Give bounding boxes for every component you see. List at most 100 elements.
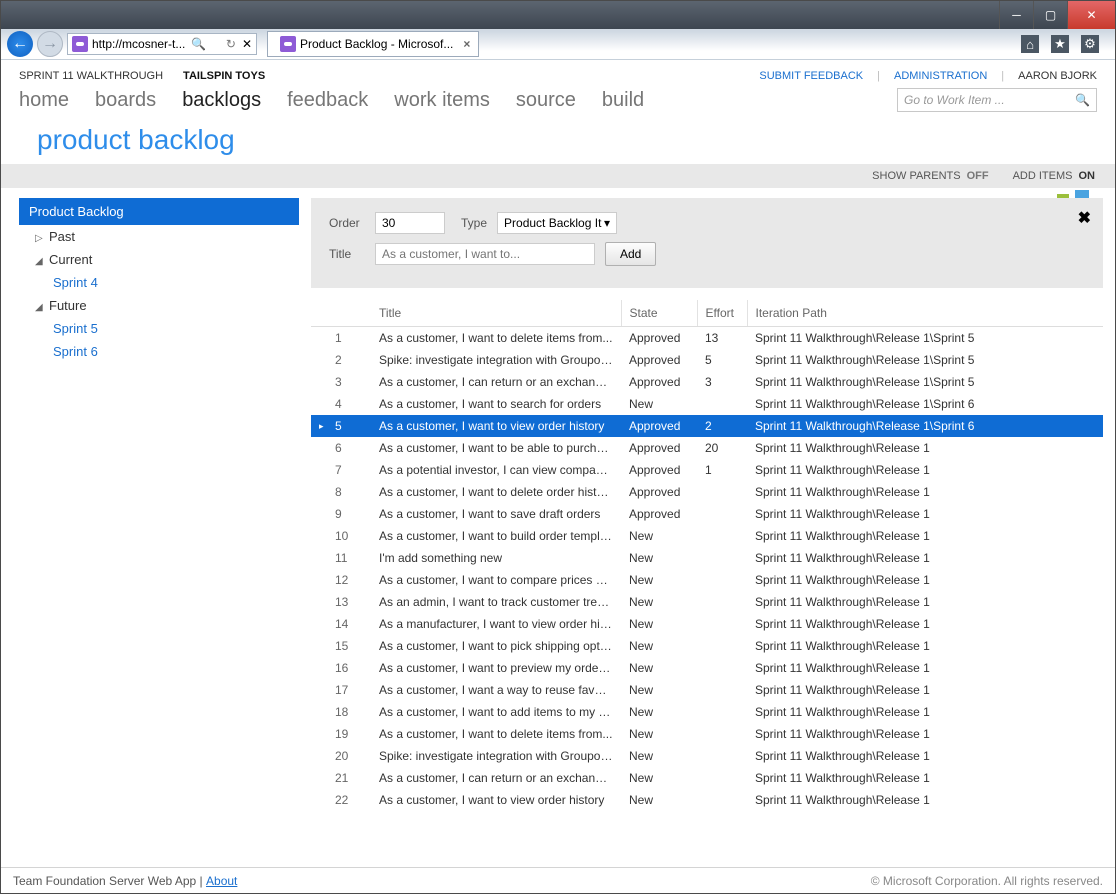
table-row[interactable]: 10As a customer, I want to build order t… — [311, 525, 1103, 547]
tree-past[interactable]: ▷Past — [25, 225, 299, 248]
nav-back-button[interactable]: ← — [7, 31, 33, 57]
cell-title: As a customer, I want to delete items fr… — [371, 327, 621, 350]
cell-state: New — [621, 525, 697, 547]
col-effort[interactable]: Effort — [697, 300, 747, 327]
project-collection[interactable]: SPRINT 11 WALKTHROUGH — [19, 70, 163, 82]
stop-icon[interactable]: ✕ — [242, 37, 256, 51]
close-button[interactable]: ✕ — [1067, 1, 1115, 29]
team-project[interactable]: TAILSPIN TOYS — [183, 70, 265, 82]
nav-forward-button[interactable]: → — [37, 31, 63, 57]
nav-item-backlogs[interactable]: backlogs — [182, 89, 261, 112]
title-input[interactable] — [375, 243, 595, 265]
cell-iteration: Sprint 11 Walkthrough\Release 1 — [747, 789, 1103, 811]
row-number: 1 — [327, 327, 371, 350]
refresh-icon[interactable]: ↻ — [220, 37, 242, 51]
tree-future[interactable]: ◢Future — [25, 294, 299, 317]
col-title[interactable]: Title — [371, 300, 621, 327]
row-indicator-icon — [311, 327, 327, 350]
favorites-icon[interactable]: ★ — [1051, 35, 1069, 53]
row-indicator-icon — [311, 635, 327, 657]
table-row[interactable]: 14As a manufacturer, I want to view orde… — [311, 613, 1103, 635]
nav-item-build[interactable]: build — [602, 89, 644, 112]
row-number: 12 — [327, 569, 371, 591]
row-number: 15 — [327, 635, 371, 657]
row-number: 11 — [327, 547, 371, 569]
minimize-button[interactable]: ─ — [999, 1, 1033, 29]
table-row[interactable]: 11I'm add something newNewSprint 11 Walk… — [311, 547, 1103, 569]
cell-title: As a customer, I want to compare prices … — [371, 569, 621, 591]
table-row[interactable]: 20Spike: investigate integration with Gr… — [311, 745, 1103, 767]
table-row[interactable]: 3As a customer, I can return or an excha… — [311, 371, 1103, 393]
order-input[interactable] — [375, 212, 445, 234]
table-row[interactable]: 1As a customer, I want to delete items f… — [311, 327, 1103, 350]
tools-icon[interactable]: ⚙ — [1081, 35, 1099, 53]
cell-state: Approved — [621, 503, 697, 525]
add-button[interactable]: Add — [605, 242, 656, 266]
tree-sprint-5[interactable]: Sprint 5 — [25, 317, 299, 340]
cell-state: New — [621, 789, 697, 811]
search-input[interactable]: Go to Work Item ... 🔍 — [897, 88, 1097, 112]
type-select[interactable]: Product Backlog It ▾ — [497, 212, 617, 234]
submit-feedback-link[interactable]: SUBMIT FEEDBACK — [759, 70, 863, 82]
add-items-toggle[interactable]: ON — [1079, 170, 1096, 182]
tab-close-icon[interactable]: × — [463, 37, 470, 51]
row-number: 22 — [327, 789, 371, 811]
browser-tab[interactable]: Product Backlog - Microsof... × — [267, 31, 479, 57]
table-row[interactable]: 7As a potential investor, I can view com… — [311, 459, 1103, 481]
maximize-button[interactable]: ▢ — [1033, 1, 1067, 29]
cell-title: As a customer, I can return or an exchan… — [371, 371, 621, 393]
cell-iteration: Sprint 11 Walkthrough\Release 1\Sprint 5 — [747, 349, 1103, 371]
table-row[interactable]: 13As an admin, I want to track customer … — [311, 591, 1103, 613]
search-icon[interactable]: 🔍 — [1075, 93, 1090, 107]
row-indicator-icon — [311, 767, 327, 789]
nav-item-source[interactable]: source — [516, 89, 576, 112]
cell-effort: 13 — [697, 327, 747, 350]
table-row[interactable]: 4As a customer, I want to search for ord… — [311, 393, 1103, 415]
row-number: 10 — [327, 525, 371, 547]
table-row[interactable]: 9As a customer, I want to save draft ord… — [311, 503, 1103, 525]
close-icon[interactable]: ✖ — [1078, 208, 1091, 228]
home-icon[interactable]: ⌂ — [1021, 35, 1039, 53]
cell-title: As a customer, I can return or an exchan… — [371, 767, 621, 789]
administration-link[interactable]: ADMINISTRATION — [894, 70, 987, 82]
tree-current[interactable]: ◢Current — [25, 248, 299, 271]
cell-effort: 2 — [697, 415, 747, 437]
table-row[interactable]: 18As a customer, I want to add items to … — [311, 701, 1103, 723]
row-indicator-icon — [311, 459, 327, 481]
row-indicator-icon — [311, 613, 327, 635]
row-number: 16 — [327, 657, 371, 679]
col-state[interactable]: State — [621, 300, 697, 327]
nav-item-feedback[interactable]: feedback — [287, 89, 368, 112]
table-row[interactable]: 8As a customer, I want to delete order h… — [311, 481, 1103, 503]
table-row[interactable]: 19As a customer, I want to delete items … — [311, 723, 1103, 745]
add-items-label: ADD ITEMS — [1013, 170, 1073, 182]
table-row[interactable]: 6As a customer, I want to be able to pur… — [311, 437, 1103, 459]
cell-state: New — [621, 701, 697, 723]
nav-item-boards[interactable]: boards — [95, 89, 156, 112]
cell-iteration: Sprint 11 Walkthrough\Release 1 — [747, 459, 1103, 481]
show-parents-toggle[interactable]: OFF — [967, 170, 989, 182]
table-row[interactable]: 17As a customer, I want a way to reuse f… — [311, 679, 1103, 701]
tree-sprint-4[interactable]: Sprint 4 — [25, 271, 299, 294]
table-row[interactable]: 2Spike: investigate integration with Gro… — [311, 349, 1103, 371]
tree-product-backlog[interactable]: Product Backlog — [19, 198, 299, 225]
cell-iteration: Sprint 11 Walkthrough\Release 1 — [747, 591, 1103, 613]
col-iteration[interactable]: Iteration Path — [747, 300, 1103, 327]
footer-about-link[interactable]: About — [206, 874, 237, 888]
nav-item-work-items[interactable]: work items — [394, 89, 490, 112]
row-number: 7 — [327, 459, 371, 481]
row-indicator-icon — [311, 789, 327, 811]
table-row[interactable]: 21As a customer, I can return or an exch… — [311, 767, 1103, 789]
nav-item-home[interactable]: home — [19, 89, 69, 112]
user-name[interactable]: AARON BJORK — [1018, 70, 1097, 82]
tree-sprint-6[interactable]: Sprint 6 — [25, 340, 299, 363]
tab-favicon — [280, 36, 296, 52]
address-bar[interactable]: http://mcosner-t... 🔍 ↻ ✕ — [67, 33, 257, 55]
table-row[interactable]: 12As a customer, I want to compare price… — [311, 569, 1103, 591]
table-row[interactable]: ▸5As a customer, I want to view order hi… — [311, 415, 1103, 437]
grid-scroll[interactable]: Title State Effort Iteration Path 1As a … — [311, 300, 1103, 867]
table-row[interactable]: 16As a customer, I want to preview my or… — [311, 657, 1103, 679]
table-row[interactable]: 22As a customer, I want to view order hi… — [311, 789, 1103, 811]
table-row[interactable]: 15As a customer, I want to pick shipping… — [311, 635, 1103, 657]
cell-iteration: Sprint 11 Walkthrough\Release 1 — [747, 635, 1103, 657]
